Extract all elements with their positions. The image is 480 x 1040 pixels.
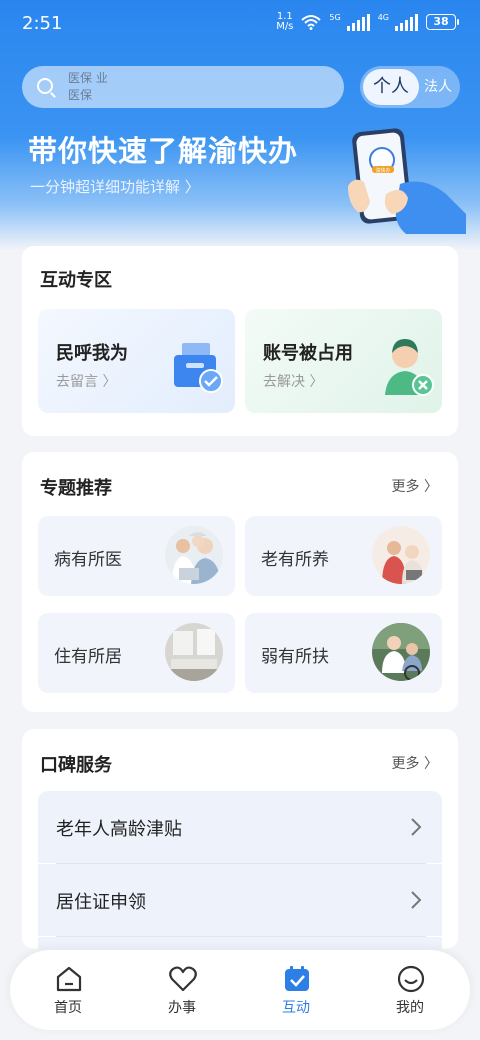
service-item[interactable] (38, 937, 442, 949)
chevron-right-icon: 〉 (424, 479, 438, 495)
topic-medical[interactable]: 病有所医 (38, 516, 235, 596)
search-placeholder: 医保 业 医保 (68, 71, 108, 102)
signal-icon (346, 13, 370, 31)
user-type-toggle[interactable]: 个人 法人 (360, 66, 460, 108)
services-title: 口碑服务 (40, 755, 112, 776)
tile-feedback[interactable]: 民呼我为 去留言 〉 (38, 309, 235, 413)
toggle-personal[interactable]: 个人 (363, 69, 419, 105)
service-item[interactable]: 居住证申领 (38, 864, 442, 936)
interact-card: 互动专区 民呼我为 去留言 〉 账号被占用 去解决 〉 (22, 246, 458, 436)
home-icon (56, 966, 82, 992)
user-x-icon (385, 339, 434, 396)
topic-housing[interactable]: 住有所居 (38, 613, 235, 693)
status-bar: 2:51 1.1 M/s 5G 4G 38 (0, 0, 480, 44)
interact-title: 互动专区 (40, 270, 112, 291)
wifi-icon (301, 15, 322, 30)
tab-services[interactable]: 办事 (132, 950, 232, 1030)
battery-icon: 38 (426, 14, 459, 30)
elderly-care-photo (372, 526, 430, 584)
signal-icon-2 (395, 13, 418, 31)
service-item[interactable]: 老年人高龄津贴 (38, 791, 442, 863)
tab-interact[interactable]: 互动 (246, 950, 346, 1030)
topics-card: 专题推荐 更多 〉 病有所医 老有所养 住有所居 弱有所扶 (22, 452, 458, 712)
tab-home[interactable]: 首页 (18, 950, 118, 1030)
calendar-check-icon (285, 966, 309, 991)
topic-disabled[interactable]: 弱有所扶 (245, 613, 442, 693)
phone-hand-illustration: 渝快办 (348, 128, 466, 234)
topics-more-link[interactable]: 更多 〉 (392, 476, 438, 496)
tab-mine[interactable]: 我的 (360, 950, 460, 1030)
search-icon (37, 78, 53, 94)
heart-icon (169, 966, 197, 992)
chevron-right-icon: 〉 (424, 756, 438, 772)
chevron-right-icon (411, 891, 422, 909)
inbox-check-icon (174, 343, 223, 393)
clock: 2:51 (22, 13, 63, 34)
topics-title: 专题推荐 (40, 478, 112, 499)
services-more-link[interactable]: 更多 〉 (392, 753, 438, 773)
bottom-tab-bar: 首页 办事 互动 我的 (10, 950, 470, 1030)
network-speed: 1.1 M/s (276, 11, 294, 32)
services-card: 口碑服务 更多 〉 老年人高龄津贴 居住证申领 (22, 729, 458, 949)
hero-subtitle[interactable]: 一分钟超详细功能详解 〉 (30, 176, 200, 197)
tile-account[interactable]: 账号被占用 去解决 〉 (245, 309, 442, 413)
search-bar[interactable]: 医保 业 医保 (22, 66, 344, 108)
svg-text:渝快办: 渝快办 (375, 167, 390, 174)
chevron-right-icon (411, 818, 422, 836)
hero-title[interactable]: 带你快速了解渝快办 (28, 128, 298, 170)
medical-photo (165, 526, 223, 584)
wheelchair-photo (372, 623, 430, 681)
toggle-legal[interactable]: 法人 (424, 66, 452, 108)
topic-elderly[interactable]: 老有所养 (245, 516, 442, 596)
home-photo (165, 623, 223, 681)
smile-icon (397, 965, 425, 993)
